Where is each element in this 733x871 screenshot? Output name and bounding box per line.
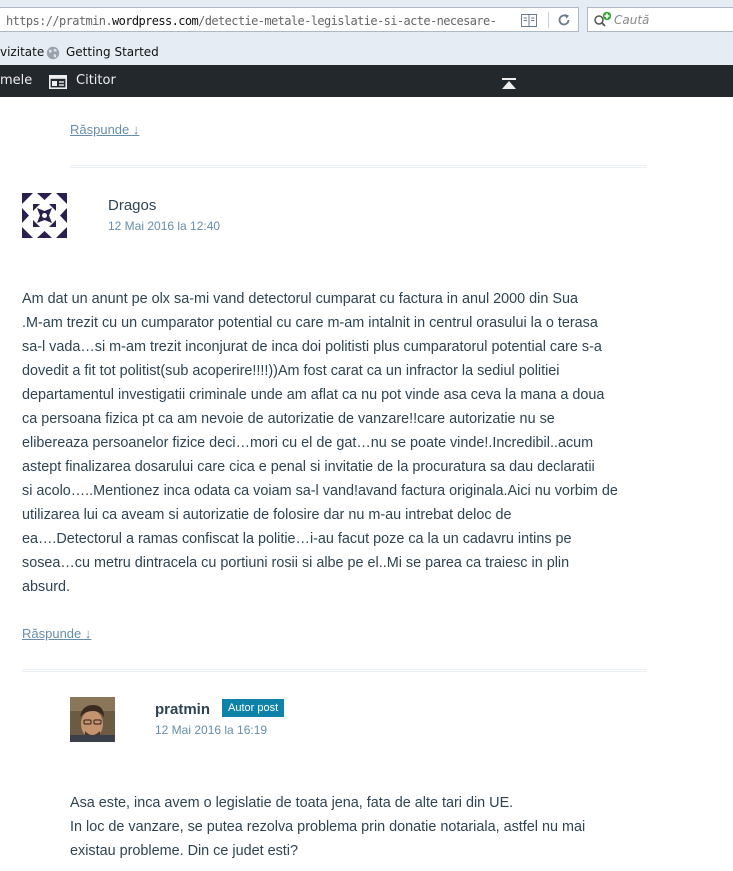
comment-author[interactable]: pratmin — [155, 701, 210, 719]
comment-line: ea….Detectorul a ramas confiscat la poli… — [22, 531, 572, 547]
bookmarks-toolbar: vizitate Getting Started — [0, 40, 733, 64]
comment-date[interactable]: 12 Mai 2016 la 16:19 — [155, 723, 267, 738]
admin-bar-my-sites[interactable]: mele — [0, 73, 32, 89]
comment-line: In loc de vanzare, se putea rezolva prob… — [70, 819, 586, 835]
avatar-photo — [70, 697, 115, 742]
search-box[interactable]: Caută — [587, 7, 733, 32]
search-icon[interactable] — [593, 11, 613, 31]
bookmark-getting-started[interactable]: Getting Started — [66, 44, 159, 60]
comment-text: Am dat un anunt pe olx sa-mi vand detect… — [22, 287, 652, 599]
reader-view-icon[interactable] — [518, 11, 540, 29]
comment-author[interactable]: Dragos — [108, 197, 156, 215]
search-placeholder: Caută — [614, 13, 650, 27]
address-bar[interactable]: https://pratmin.wordpress.com/detectie-m… — [0, 7, 579, 32]
comment-line: ca persoana fizica pt ca am nevoie de au… — [22, 411, 555, 427]
comment-line: dovedit a fit tot politist(sub acoperire… — [22, 363, 560, 379]
comment-line: utilizarea lui ca aveam si autorizatie d… — [22, 507, 512, 523]
comment-line: sosea…cu metru dintracela cu portiuni ro… — [22, 555, 570, 571]
comment-line: sa-l vada…si m-am trezit inconjurat de i… — [22, 339, 602, 355]
comment-divider — [22, 669, 647, 672]
comment-line: si acolo…..Mentionez inca odata ca voiam… — [22, 483, 618, 499]
comment-divider — [70, 165, 647, 168]
url-separator — [548, 12, 549, 28]
reply-link[interactable]: Răspunde ↓ — [70, 122, 139, 138]
avatar-identicon — [22, 193, 67, 238]
comment-line: absurd. — [22, 579, 70, 595]
comment-line: existau probleme. Din ce judet esti? — [70, 843, 298, 859]
comment-line: astept finalizarea dosarului care cica e… — [22, 459, 595, 475]
comment-line: Am dat un anunt pe olx sa-mi vand detect… — [22, 291, 578, 307]
browser-chrome: https://pratmin.wordpress.com/detectie-m… — [0, 0, 733, 65]
reader-icon[interactable] — [49, 74, 67, 93]
globe-icon — [46, 45, 60, 64]
url-text[interactable]: https://pratmin.wordpress.com/detectie-m… — [6, 13, 496, 29]
comment-line: Asa este, inca avem o legislatie de toat… — [70, 795, 514, 811]
comment-line: elibereaza persoanelor fizice deci…mori … — [22, 435, 594, 451]
reload-icon[interactable] — [553, 11, 575, 29]
admin-bar-reader[interactable]: Cititor — [76, 73, 116, 89]
post-author-badge: Autor post — [222, 699, 285, 717]
arrow-up-icon[interactable] — [502, 75, 516, 94]
comment-date[interactable]: 12 Mai 2016 la 12:40 — [108, 219, 220, 234]
admin-bar: mele Cititor — [0, 65, 733, 97]
comment-line: .M-am trezit cu un cumparator potential … — [22, 315, 598, 331]
comment-line: departamentul investigatii criminale und… — [22, 387, 605, 403]
comment-text: Asa este, inca avem o legislatie de toat… — [70, 791, 670, 863]
reply-link[interactable]: Răspunde ↓ — [22, 626, 91, 642]
bookmark-most-visited[interactable]: vizitate — [0, 44, 44, 60]
